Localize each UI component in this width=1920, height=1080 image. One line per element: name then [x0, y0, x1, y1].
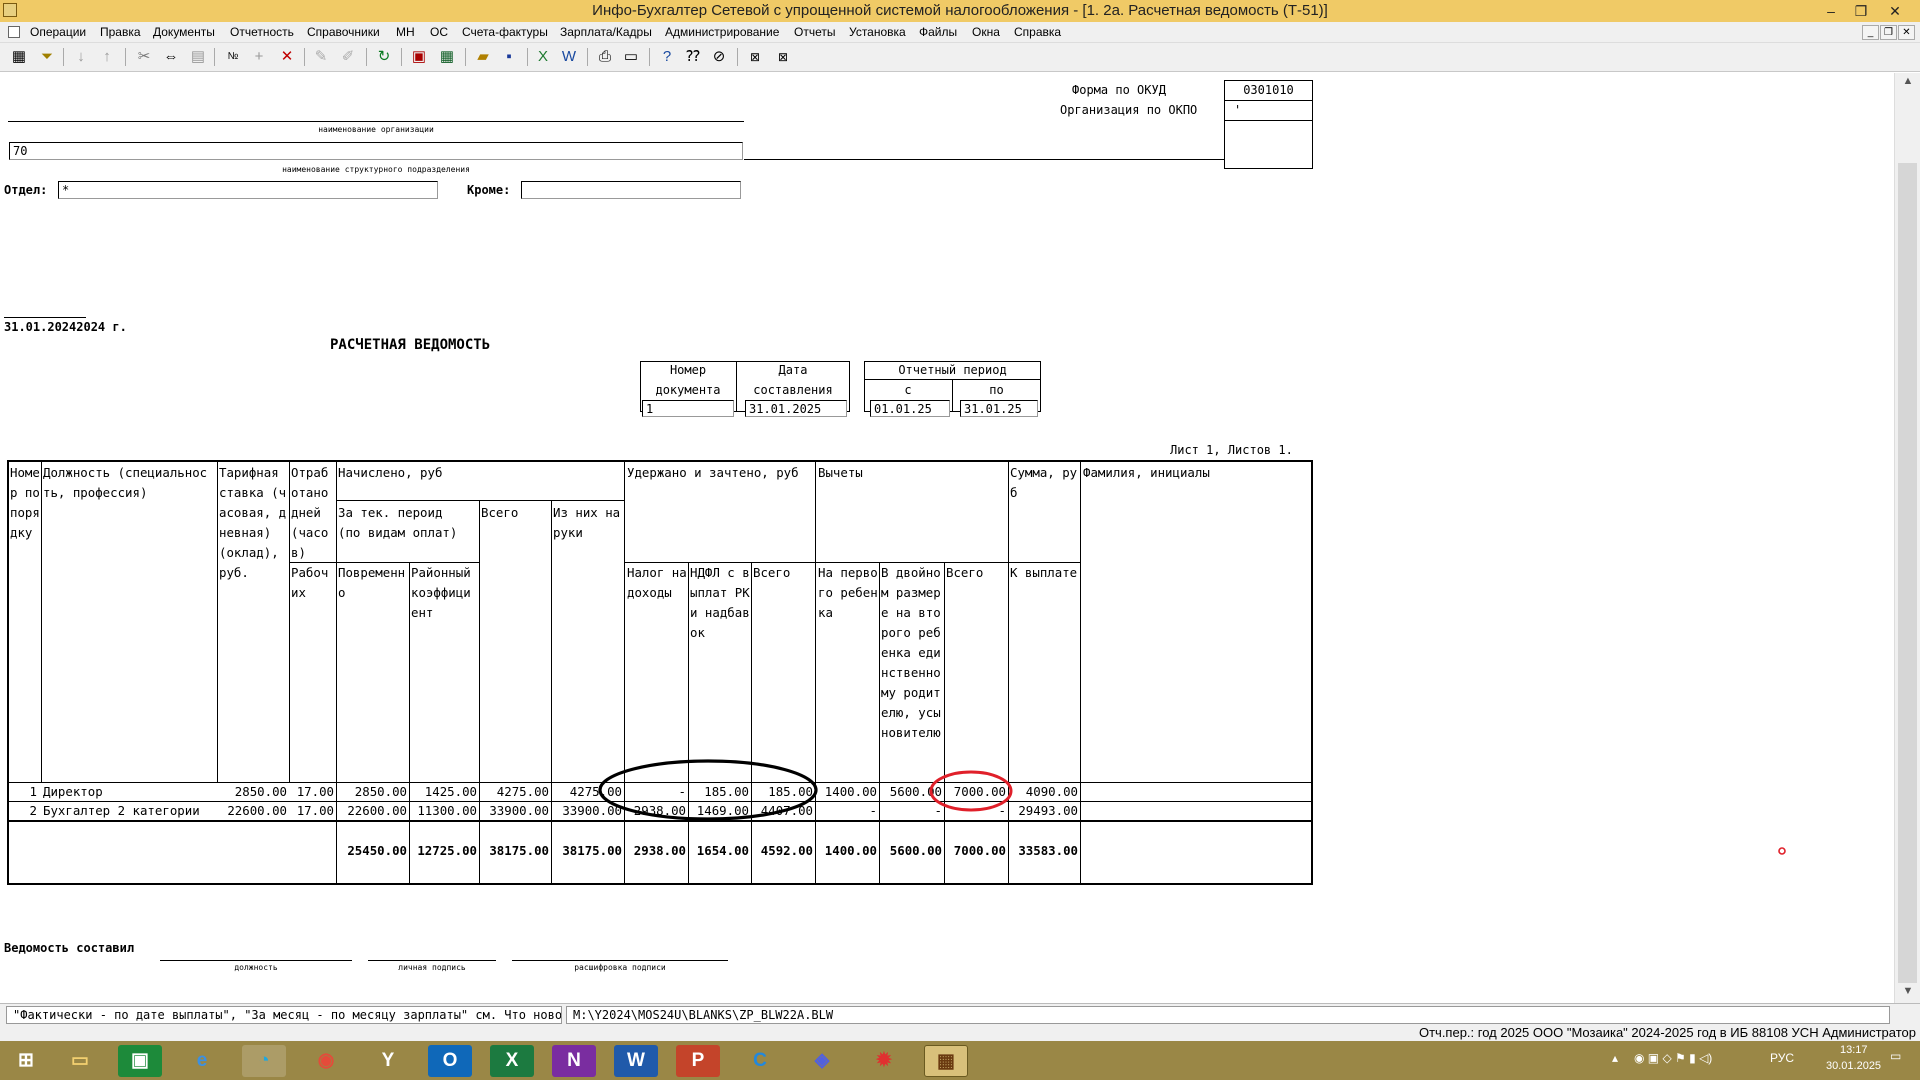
- renumber-icon[interactable]: №: [222, 47, 244, 67]
- mdi-restore-button[interactable]: ❐: [1880, 25, 1897, 40]
- explorer-icon[interactable]: ▭: [58, 1045, 102, 1077]
- powerpoint-icon[interactable]: P: [676, 1045, 720, 1077]
- close-all-icon[interactable]: ⊠: [772, 47, 794, 67]
- tray-icons[interactable]: ◉ ▣ ◇ ⚑ ▮ ◁): [1634, 1051, 1712, 1065]
- antivirus-icon[interactable]: ✹: [862, 1045, 906, 1077]
- document-menu-icon[interactable]: [8, 26, 20, 38]
- taskbar: ⊞ ▭ ▣ e ◔ ◉ Y O X N W P C ◈ ✹ ▦ ▴ ◉ ▣ ◇ …: [0, 1041, 1920, 1080]
- compiled-label: Ведомость составил: [4, 941, 135, 955]
- network-app-icon[interactable]: ◈: [800, 1045, 844, 1077]
- close-button[interactable]: ✕: [1880, 1, 1910, 21]
- ccleaner-icon[interactable]: C: [738, 1045, 782, 1077]
- scroll-up-icon[interactable]: ▲: [1895, 75, 1920, 87]
- word-export-icon[interactable]: W: [558, 47, 580, 67]
- menu-operations[interactable]: Операции: [30, 25, 86, 39]
- menu-bar: Операции Правка Документы Отчетность Спр…: [0, 22, 1920, 43]
- word-icon[interactable]: W: [614, 1045, 658, 1077]
- spreadsheet-icon[interactable]: ▦: [436, 47, 458, 67]
- mdi-minimize-button[interactable]: _: [1862, 25, 1879, 40]
- mdi-close-button[interactable]: ✕: [1898, 25, 1915, 40]
- preview-icon[interactable]: ▭: [620, 47, 642, 67]
- menu-references[interactable]: Справочники: [307, 25, 380, 39]
- sort-asc-icon[interactable]: ↓: [70, 47, 92, 67]
- chrome-icon[interactable]: ◉: [304, 1045, 348, 1077]
- unmark-icon[interactable]: ✐: [337, 47, 359, 67]
- vertical-scrollbar[interactable]: ▲ ▼: [1894, 73, 1920, 1003]
- minimize-button[interactable]: –: [1816, 1, 1846, 21]
- scroll-thumb[interactable]: [1898, 163, 1917, 983]
- clock-time[interactable]: 13:17: [1840, 1044, 1868, 1056]
- menu-mn[interactable]: МН: [396, 25, 415, 39]
- period-info: Отч.пер.: год 2025 ООО "Мозаика" 2024-20…: [1418, 1025, 1916, 1040]
- help-icon[interactable]: ?: [656, 47, 678, 67]
- onenote-icon[interactable]: N: [552, 1045, 596, 1077]
- start-windows-icon[interactable]: ⊞: [4, 1045, 48, 1077]
- ie-icon[interactable]: e: [180, 1045, 224, 1077]
- menu-os[interactable]: ОС: [430, 25, 448, 39]
- notifications-icon[interactable]: ▭: [1890, 1049, 1901, 1063]
- annotation-red-dot: [1778, 847, 1786, 855]
- menu-reports[interactable]: Отчеты: [794, 25, 835, 39]
- print-icon[interactable]: ⎙: [594, 47, 616, 67]
- sort-desc-icon[interactable]: ↑: [96, 47, 118, 67]
- mark-icon[interactable]: ✎: [310, 47, 332, 67]
- menu-reporting[interactable]: Отчетность: [230, 25, 294, 39]
- menu-help[interactable]: Справка: [1014, 25, 1061, 39]
- scroll-down-icon[interactable]: ▼: [1895, 985, 1920, 997]
- export-pdf-icon[interactable]: ▣: [408, 47, 430, 67]
- info-bar: Отч.пер.: год 2025 ООО "Мозаика" 2024-20…: [0, 1025, 1920, 1041]
- filter-icon[interactable]: ⏷: [36, 47, 58, 67]
- paste-icon[interactable]: ▤: [187, 47, 209, 67]
- clock-date[interactable]: 30.01.2025: [1826, 1060, 1881, 1072]
- navigate-icon[interactable]: ⊘: [708, 47, 730, 67]
- menu-payroll[interactable]: Зарплата/Кадры: [560, 25, 652, 39]
- status-hint: "Фактически - по дате выплаты", "За меся…: [6, 1006, 562, 1024]
- infobuh-app-icon[interactable]: ▦: [924, 1045, 968, 1077]
- excel-icon[interactable]: X: [490, 1045, 534, 1077]
- menu-files[interactable]: Файлы: [919, 25, 957, 39]
- tray-chevron-icon[interactable]: ▴: [1612, 1051, 1618, 1065]
- document-area: Форма по ОКУД 0301010 Организация по ОКП…: [0, 73, 1894, 1003]
- menu-settings[interactable]: Установка: [849, 25, 906, 39]
- open-folder-icon[interactable]: ▰: [472, 47, 494, 67]
- store-icon[interactable]: ▣: [118, 1045, 162, 1077]
- edge-icon[interactable]: ◔: [242, 1045, 286, 1077]
- context-help-icon[interactable]: ⁇: [682, 47, 704, 67]
- cut-icon[interactable]: ✂: [133, 47, 155, 67]
- window-title: Инфо-Бухгалтер Сетевой с упрощенной сист…: [592, 2, 1328, 19]
- outlook-icon[interactable]: O: [428, 1045, 472, 1077]
- close-doc-icon[interactable]: ⊠: [744, 47, 766, 67]
- menu-admin[interactable]: Администрирование: [665, 25, 779, 39]
- language-indicator[interactable]: РУС: [1770, 1051, 1794, 1065]
- annotation-layer: [598, 759, 1786, 855]
- menu-documents[interactable]: Документы: [153, 25, 215, 39]
- restore-button[interactable]: ❐: [1846, 1, 1876, 21]
- annotation-red-ellipse: [929, 770, 1013, 812]
- save-icon[interactable]: ▪: [498, 47, 520, 67]
- status-bar: "Фактически - по дате выплаты", "За меся…: [0, 1003, 1920, 1025]
- menu-invoices[interactable]: Счета-фактуры: [462, 25, 548, 39]
- excel-export-icon[interactable]: X: [532, 47, 554, 67]
- refresh-icon[interactable]: ↻: [373, 47, 395, 67]
- copy-icon[interactable]: ⇔: [160, 47, 182, 67]
- yandex-icon[interactable]: Y: [366, 1045, 410, 1077]
- delete-icon[interactable]: ✕: [276, 47, 298, 67]
- menu-edit[interactable]: Правка: [100, 25, 141, 39]
- menu-windows[interactable]: Окна: [972, 25, 1000, 39]
- annotation-black-ellipse: [598, 759, 818, 821]
- add-icon[interactable]: +: [248, 47, 270, 67]
- status-path: M:\Y2024\MOS24U\BLANKS\ZP_BLW22A.BLW: [566, 1006, 1890, 1024]
- title-bar: Инфо-Бухгалтер Сетевой с упрощенной сист…: [0, 0, 1920, 22]
- calculator-icon[interactable]: ▦: [8, 47, 30, 67]
- toolbar: ▦ ⏷ ↓ ↑ ✂ ⇔ ▤ № + ✕ ✎ ✐ ↻ ▣ ▦ ▰ ▪ X W ⎙ …: [0, 43, 1920, 72]
